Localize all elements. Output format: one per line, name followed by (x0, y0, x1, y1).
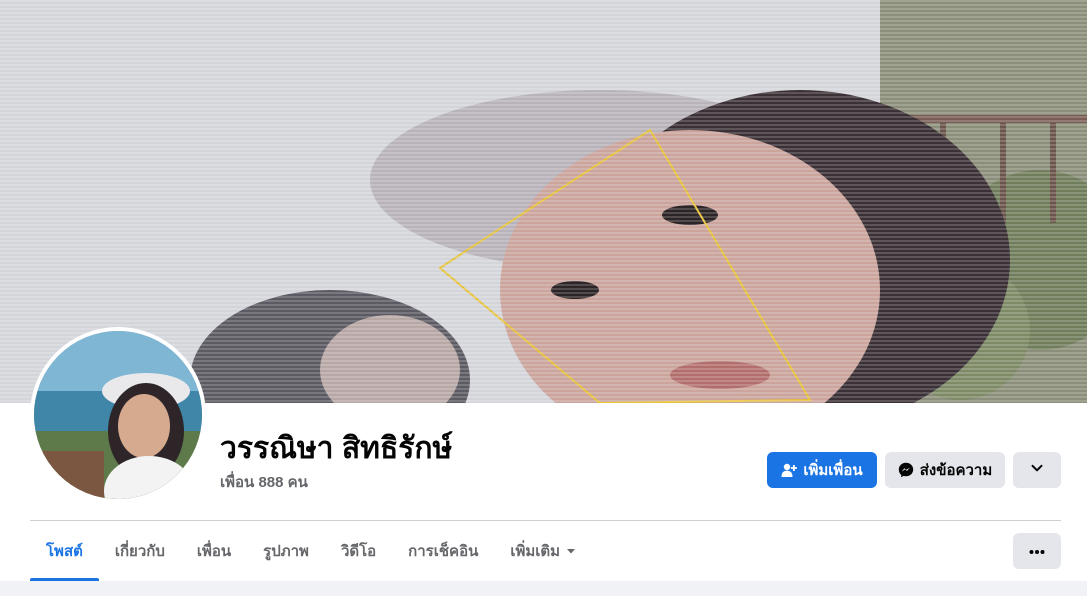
tab-about-label: เกี่ยวกับ (114, 543, 165, 560)
friends-count[interactable]: เพื่อน 888 คน (220, 470, 308, 494)
tab-posts-label: โพสต์ (46, 543, 83, 560)
add-friend-button[interactable]: เพิ่มเพื่อน (767, 452, 877, 488)
more-menu-button[interactable] (1013, 533, 1061, 569)
tab-checkins-label: การเช็คอิน (408, 543, 479, 560)
ellipsis-icon (1029, 542, 1045, 560)
tab-videos[interactable]: วิดีโอ (325, 521, 392, 581)
messenger-icon (898, 462, 914, 478)
profile-avatar[interactable] (30, 327, 206, 503)
more-options-button[interactable] (1013, 452, 1061, 488)
chevron-down-icon (1030, 461, 1044, 479)
tab-photos-label: รูปภาพ (263, 543, 309, 560)
send-message-button[interactable]: ส่งข้อความ (885, 452, 1005, 488)
avatar-photo (34, 331, 202, 499)
send-message-label: ส่งข้อความ (919, 462, 993, 479)
page-background-strip (0, 581, 1087, 596)
tab-about[interactable]: เกี่ยวกับ (99, 521, 181, 581)
profile-page: วรรณิษา สิทธิรักษ์ เพื่อน 888 คน เพิ่มเพ… (0, 0, 1087, 596)
tab-videos-label: วิดีโอ (340, 543, 377, 560)
tab-photos[interactable]: รูปภาพ (247, 521, 325, 581)
caret-down-icon (566, 546, 576, 556)
add-friend-icon (781, 462, 798, 478)
profile-tabs: โพสต์ เกี่ยวกับ เพื่อน รูปภาพ วิดีโอ การ… (30, 521, 592, 581)
tab-friends[interactable]: เพื่อน (181, 521, 247, 581)
tab-posts[interactable]: โพสต์ (30, 521, 99, 581)
profile-name: วรรณิษา สิทธิรักษ์ (220, 432, 453, 465)
tab-more[interactable]: เพิ่มเติม (494, 521, 592, 581)
tab-friends-label: เพื่อน (196, 543, 232, 560)
tab-more-label: เพิ่มเติม (510, 543, 561, 560)
tab-checkins[interactable]: การเช็คอิน (392, 521, 494, 581)
add-friend-label: เพิ่มเพื่อน (803, 462, 863, 479)
